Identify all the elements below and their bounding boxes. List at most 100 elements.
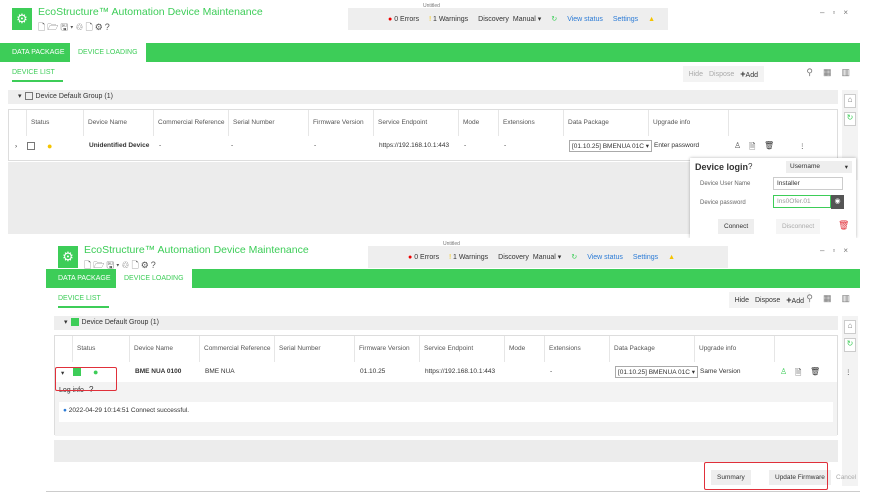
column-header[interactable]: Mode [459, 110, 499, 136]
sync-icon[interactable]: ↻ [844, 338, 856, 352]
status-warning-icon: ● [47, 141, 53, 151]
notification-icon[interactable]: ⌂ [844, 320, 856, 334]
tab-device-list[interactable]: DEVICE LIST [58, 295, 109, 308]
column-header[interactable] [55, 336, 73, 362]
chevron-down-icon[interactable]: ▾ [64, 319, 68, 326]
password-label: Device password [700, 200, 746, 206]
column-header[interactable]: Upgrade info [695, 336, 775, 362]
column-header[interactable]: Status [73, 336, 130, 362]
view-status-link[interactable]: View status [587, 254, 623, 261]
warnings-indicator[interactable]: ! 1 Warnings [449, 254, 488, 261]
errors-indicator[interactable]: ● 0 Errors [388, 16, 419, 23]
add-button[interactable]: +Add [786, 295, 804, 305]
device-group-row[interactable]: ▾ Device Default Group (1) [54, 316, 838, 330]
table-row[interactable]: › ● Unidentified Device - - - https://192.168.… [9, 138, 837, 154]
tab-data-package[interactable]: DATA PACKAGE [4, 43, 73, 62]
log-entry: ● 2022-04-29 10:14:51 Connect successful… [59, 402, 833, 422]
discovery-dropdown[interactable]: Discovery Manual ▾ [478, 15, 541, 23]
column-header[interactable]: Serial Number [229, 110, 309, 136]
user-icon[interactable]: ♙ [734, 141, 741, 150]
cell-upgrade-info[interactable]: Enter password [654, 142, 699, 149]
column-header[interactable]: Extensions [499, 110, 564, 136]
dispose-button[interactable]: Dispose [709, 71, 734, 78]
refresh-icon[interactable]: ↻ [551, 15, 557, 23]
log-info-panel: Log info? ● 2022-04-29 10:14:51 Connect s… [55, 382, 837, 436]
window-controls[interactable]: –▫× [820, 246, 856, 255]
column-header[interactable]: Service Endpoint [420, 336, 505, 362]
column-header[interactable]: Firmware Version [309, 110, 374, 136]
empty-area [54, 440, 838, 462]
view-options[interactable]: ⚲▦▥ [806, 67, 860, 78]
login-mode-dropdown[interactable]: Username ▾ [786, 161, 852, 173]
chevron-down-icon[interactable]: ▾ [18, 93, 22, 100]
group-checkbox[interactable] [24, 92, 33, 101]
column-header[interactable]: Data Package [564, 110, 649, 136]
column-header[interactable]: Commercial Reference [200, 336, 275, 362]
device-group-row[interactable]: ▾ Device Default Group (1) [8, 90, 838, 104]
view-status-link[interactable]: View status [567, 16, 603, 23]
data-package-select[interactable]: [01.10.25] BMENUA 01C ▾ [569, 140, 652, 152]
delete-icon[interactable]: 🗑 [838, 220, 849, 231]
settings-warning-icon: ▲ [648, 15, 656, 23]
column-header[interactable]: Status [27, 110, 84, 136]
discovery-dropdown[interactable]: Discovery Manual ▾ [498, 253, 561, 261]
warnings-label: 1 Warnings [432, 15, 469, 23]
show-password-icon[interactable]: ◉ [831, 195, 844, 209]
cancel-button[interactable]: Cancel [836, 474, 856, 481]
column-header[interactable]: Data Package [610, 336, 695, 362]
group-checkbox[interactable] [70, 318, 79, 327]
delete-icon[interactable]: 🗑 [764, 141, 774, 150]
column-header[interactable]: Commercial Reference [154, 110, 229, 136]
sync-icon[interactable]: ↻ [844, 112, 856, 126]
document-icon[interactable]: 🗎 [749, 141, 755, 155]
dispose-button[interactable]: Dispose [755, 297, 780, 304]
group-label: Device Default Group (1) [81, 319, 159, 326]
right-side-panel: ⌂ ↻ [842, 316, 858, 486]
window-controls[interactable]: –▫× [820, 8, 856, 17]
more-icon[interactable]: ⋮ [799, 142, 806, 150]
status-bar: ● 0 Errors ! 1 Warnings Discovery Manual ▾ ↻… [368, 246, 728, 268]
user-icon[interactable]: ♙ [780, 367, 787, 376]
hide-button[interactable]: Hide [735, 297, 749, 304]
tab-data-package[interactable]: DATA PACKAGE [50, 269, 119, 288]
view-options[interactable]: ⚲▦▥ [806, 293, 860, 304]
cell-mode: - [464, 142, 467, 149]
column-header[interactable]: Device Name [84, 110, 154, 136]
delete-icon[interactable]: 🗑 [810, 367, 820, 376]
column-header[interactable]: Upgrade info [649, 110, 729, 136]
quick-toolbar[interactable]: 🗋🗁🖫▾♲🗋⚙? [38, 20, 112, 36]
connect-button[interactable]: Connect [718, 219, 755, 234]
tab-device-loading[interactable]: DEVICE LOADING [116, 269, 192, 288]
hide-button[interactable]: Hide [689, 71, 703, 78]
cell-upgrade-info: Same Version [700, 368, 741, 375]
warnings-indicator[interactable]: ! 1 Warnings [429, 16, 468, 23]
tab-device-list[interactable]: DEVICE LIST [12, 69, 63, 82]
errors-label: 0 Errors [414, 253, 440, 261]
settings-link[interactable]: Settings [633, 254, 658, 261]
chevron-down-icon: ▾ [844, 164, 848, 171]
highlight-footer-buttons [704, 462, 828, 490]
errors-indicator[interactable]: ● 0 Errors [408, 254, 439, 261]
column-header[interactable]: Mode [505, 336, 545, 362]
expand-chevron-icon[interactable]: › [15, 143, 17, 150]
username-input[interactable]: Installer [773, 177, 843, 190]
more-icon[interactable]: ⋮ [845, 368, 852, 376]
notification-icon[interactable]: ⌂ [844, 94, 856, 108]
column-header[interactable]: Extensions [545, 336, 610, 362]
column-header[interactable]: Device Name [130, 336, 200, 362]
column-header[interactable]: Service Endpoint [374, 110, 459, 136]
column-header[interactable] [9, 110, 27, 136]
refresh-icon[interactable]: ↻ [571, 253, 577, 261]
help-icon[interactable]: ? [748, 162, 752, 171]
column-header[interactable]: Firmware Version [355, 336, 420, 362]
data-package-select[interactable]: [01.10.25] BMENUA 01C ▾ [615, 366, 698, 378]
tab-device-loading[interactable]: DEVICE LOADING [70, 43, 146, 62]
document-icon[interactable]: 🗎 [795, 367, 801, 381]
settings-link[interactable]: Settings [613, 16, 638, 23]
password-input[interactable]: Ins0Ofer.01 [773, 195, 831, 208]
row-checkbox[interactable] [27, 142, 35, 150]
table-row[interactable]: ▾ ● BME NUA 0100 BME NUA 01.10.25 https://192… [55, 364, 852, 381]
app-title: EcoStructure™ Automation Device Maintena… [38, 6, 263, 18]
add-button[interactable]: +Add [740, 69, 758, 79]
column-header[interactable]: Serial Number [275, 336, 355, 362]
